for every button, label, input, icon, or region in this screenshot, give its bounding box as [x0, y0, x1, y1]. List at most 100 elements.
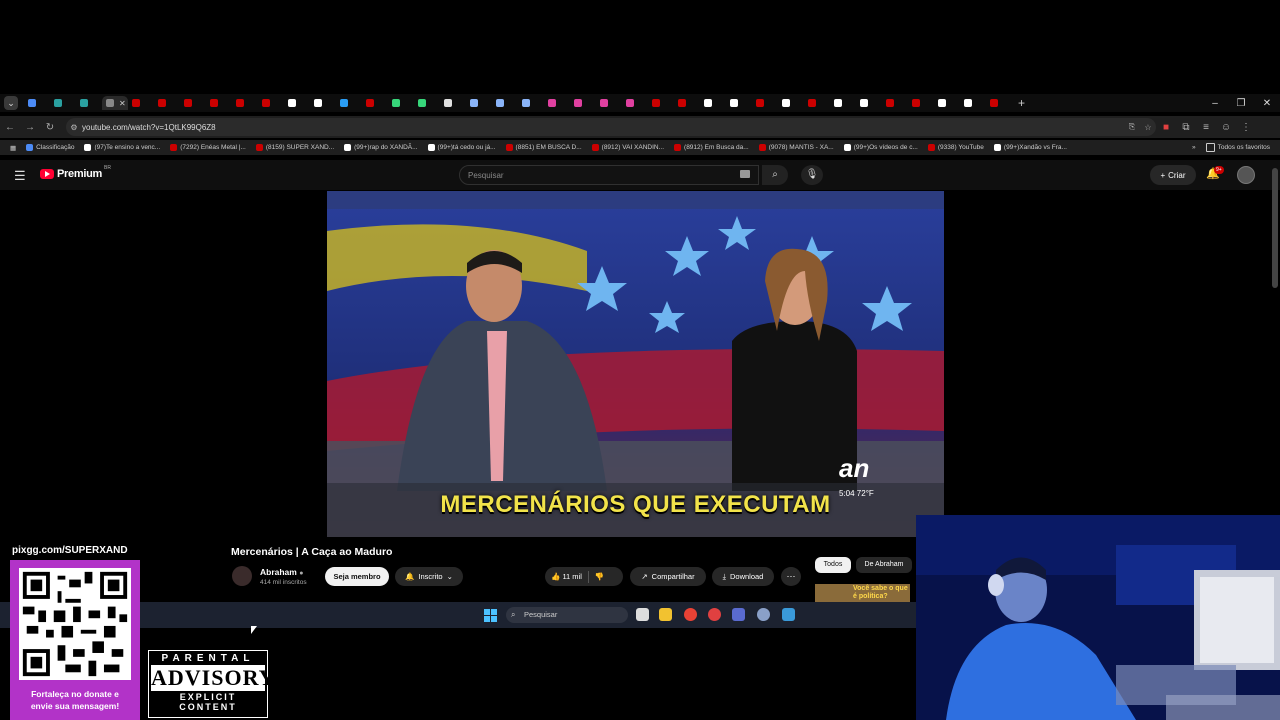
browser-tab[interactable] — [24, 96, 50, 110]
browser-tab[interactable] — [752, 96, 778, 110]
bookmark-item[interactable]: (8159) SUPER XAND... — [255, 144, 334, 151]
browser-tab[interactable] — [778, 96, 804, 110]
voice-search-button[interactable]: 🎙 — [801, 165, 823, 185]
browser-tab[interactable] — [908, 96, 934, 110]
chip-from-channel[interactable]: De Abraham — [856, 557, 912, 573]
channel-avatar[interactable] — [232, 566, 252, 586]
new-tab-button[interactable]: + — [1018, 96, 1025, 110]
browser-tab[interactable] — [154, 96, 180, 110]
bookmark-item[interactable]: (8851) EM BUSCA D... — [505, 144, 582, 151]
browser-tab[interactable] — [388, 96, 414, 110]
taskbar-search[interactable]: Pesquisar — [506, 607, 628, 623]
browser-tab[interactable] — [934, 96, 960, 110]
bookmark-item[interactable]: (99+)Xandão vs Fra... — [993, 144, 1067, 151]
all-bookmarks-folder[interactable]: Todos os favoritos — [1205, 143, 1270, 152]
tab-search-icon[interactable]: ⌄ — [4, 96, 18, 110]
browser-tab[interactable] — [596, 96, 622, 110]
youtube-logo[interactable]: Premium BR — [40, 165, 111, 180]
bookmark-item[interactable]: Classificação — [26, 144, 74, 151]
browser-tab[interactable] — [674, 96, 700, 110]
bookmark-item[interactable]: (9338) YouTube — [927, 144, 984, 151]
page-scrollbar[interactable] — [1272, 168, 1278, 288]
browser-tab[interactable] — [466, 96, 492, 110]
app-blue-icon[interactable] — [782, 608, 795, 621]
browser-tab[interactable] — [882, 96, 908, 110]
dislike-button[interactable]: 👎 — [595, 572, 604, 581]
menu-icon[interactable]: ☰ — [14, 168, 26, 184]
browser-tab[interactable] — [310, 96, 336, 110]
windows-start-icon[interactable] — [484, 609, 497, 622]
extension-red-icon[interactable]: ■ — [1156, 122, 1176, 133]
extensions-puzzle-icon[interactable]: ⧉ — [1176, 122, 1196, 133]
close-window-icon[interactable]: ✕ — [1254, 98, 1280, 109]
back-icon[interactable]: ← — [0, 122, 20, 133]
video-player[interactable]: an 5:04 72°F MERCENÁRIOS QUE EXECUTAM — [327, 191, 944, 537]
browser-tab[interactable] — [492, 96, 518, 110]
browser-tab[interactable] — [206, 96, 232, 110]
chrome-icon[interactable] — [684, 608, 697, 621]
browser-tab[interactable] — [856, 96, 882, 110]
reload-icon[interactable]: ↻ — [40, 122, 60, 133]
browser-tab[interactable] — [258, 96, 284, 110]
steam-icon[interactable] — [732, 608, 745, 621]
browser-tab[interactable] — [960, 96, 986, 110]
browser-tab[interactable] — [570, 96, 596, 110]
settings-icon[interactable] — [757, 608, 770, 621]
bookmark-item[interactable]: (8912) Em Busca da... — [674, 144, 749, 151]
browser-tab[interactable] — [232, 96, 258, 110]
restore-icon[interactable]: ❐ — [1228, 98, 1254, 109]
browser-tab[interactable] — [284, 96, 310, 110]
browser-tab[interactable] — [76, 96, 102, 110]
browser-tab[interactable] — [804, 96, 830, 110]
download-button[interactable]: ⤓ Download — [712, 567, 774, 586]
create-button[interactable]: + Criar — [1150, 165, 1196, 185]
url-bar[interactable]: ⚙ youtube.com/watch?v=1QtLK99Q6Z8 ⎘ ☆ — [66, 118, 1156, 136]
browser-tab[interactable] — [986, 96, 1012, 110]
like-button[interactable]: 👍 11 mil — [551, 572, 582, 581]
browser-tab[interactable] — [726, 96, 752, 110]
install-icon[interactable]: ⎘ — [1124, 122, 1140, 132]
site-info-icon[interactable]: ⚙ — [66, 123, 82, 132]
browser-tab[interactable] — [648, 96, 674, 110]
reading-list-icon[interactable]: ≡ — [1196, 122, 1216, 133]
more-bookmarks-icon[interactable]: » — [1192, 144, 1196, 151]
profile-icon[interactable]: ☺ — [1216, 122, 1236, 133]
browser-tab[interactable] — [180, 96, 206, 110]
chip-all[interactable]: Todos — [815, 557, 851, 573]
browser-tab[interactable] — [544, 96, 570, 110]
keyboard-icon[interactable] — [740, 170, 750, 178]
browser-tab[interactable] — [50, 96, 76, 110]
browser-tab[interactable] — [518, 96, 544, 110]
browser-tab[interactable] — [414, 96, 440, 110]
bookmark-item[interactable]: (97)Te ensino a venc... — [84, 144, 160, 151]
browser-tab[interactable] — [622, 96, 648, 110]
forward-icon[interactable]: → — [20, 122, 40, 133]
recommended-video-thumbnail[interactable]: Você sabe o que é política? — [815, 584, 910, 602]
join-button[interactable]: Seja membro — [325, 567, 389, 586]
bookmark-item[interactable]: (9078) MANTIS - XA... — [758, 144, 834, 151]
browser-tab[interactable] — [128, 96, 154, 110]
subscribed-button[interactable]: 🔔 Inscrito ⌄ — [395, 567, 463, 586]
app-red-icon[interactable] — [708, 608, 721, 621]
share-button[interactable]: ↗ Compartilhar — [630, 567, 706, 586]
minimize-icon[interactable]: – — [1202, 98, 1228, 109]
bookmark-item[interactable]: (99+)tá cedo ou já... — [427, 144, 496, 151]
browser-tab[interactable]: ✕ — [102, 96, 128, 110]
search-input[interactable]: Pesquisar — [459, 165, 759, 185]
browser-tab[interactable] — [830, 96, 856, 110]
apps-grid-icon[interactable]: ▦ — [10, 144, 16, 152]
browser-tab[interactable] — [336, 96, 362, 110]
browser-tab[interactable] — [362, 96, 388, 110]
browser-tab[interactable] — [700, 96, 726, 110]
bookmark-item[interactable]: (99+)rap do XANDÃ... — [344, 144, 418, 151]
search-button[interactable]: ⌕ — [762, 165, 788, 185]
bookmark-item[interactable]: (7292) Enéas Metal |... — [170, 144, 246, 151]
account-avatar[interactable] — [1237, 166, 1255, 184]
channel-name[interactable]: Abraham ● — [260, 567, 303, 577]
browser-tab[interactable] — [440, 96, 466, 110]
file-explorer-icon[interactable] — [659, 608, 672, 621]
task-view-icon[interactable] — [636, 608, 649, 621]
bookmark-item[interactable]: (8912) VAI XANDIN... — [591, 144, 664, 151]
bookmark-star-icon[interactable]: ☆ — [1140, 123, 1156, 132]
bookmark-item[interactable]: (99+)Os vídeos de c... — [843, 144, 918, 151]
